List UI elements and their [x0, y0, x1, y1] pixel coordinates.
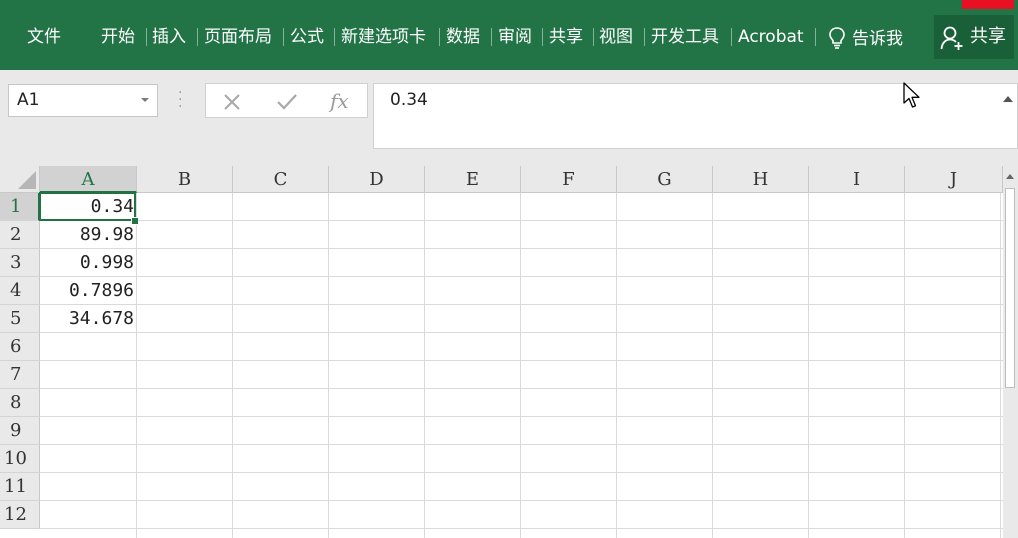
collapse-formula-bar-icon[interactable] — [1003, 96, 1013, 102]
gridline — [40, 388, 1003, 389]
tab-new-tab[interactable]: 新建选项卡 — [341, 24, 426, 50]
tab-separator — [593, 28, 594, 46]
column-header-i[interactable]: I — [809, 166, 905, 193]
cell-area[interactable]: 0.34 89.98 0.998 0.7896 34.678 — [39, 192, 1003, 538]
gridline — [40, 444, 1003, 445]
column-header-e[interactable]: E — [425, 166, 521, 193]
cell-a2[interactable]: 89.98 — [40, 221, 134, 248]
select-all-button[interactable] — [0, 166, 40, 193]
tab-developer[interactable]: 开发工具 — [651, 24, 719, 50]
tab-separator — [542, 28, 543, 46]
row-header-5[interactable]: 5 — [0, 305, 40, 333]
column-header-g[interactable]: G — [617, 166, 713, 193]
scrollbar-thumb[interactable] — [1005, 188, 1015, 388]
tab-share[interactable]: 共享 — [549, 24, 583, 50]
row-header-2[interactable]: 2 — [0, 221, 40, 249]
row-header-7[interactable]: 7 — [0, 361, 40, 389]
gridline — [40, 332, 1003, 333]
spreadsheet-grid[interactable]: A B C D E F G H I J 1 2 3 4 5 6 7 8 9 10… — [0, 166, 1003, 538]
row-header-3[interactable]: 3 — [0, 249, 40, 277]
cell-a4[interactable]: 0.7896 — [40, 277, 134, 304]
cancel-icon[interactable] — [222, 92, 242, 112]
lightbulb-icon — [829, 27, 845, 49]
tab-separator — [439, 28, 440, 46]
row-header-1[interactable]: 1 — [0, 193, 40, 221]
gridline — [424, 193, 425, 538]
gridline — [520, 193, 521, 538]
share-button[interactable]: 共享 — [934, 15, 1014, 59]
gridline — [40, 304, 1003, 305]
row-header-8[interactable]: 8 — [0, 389, 40, 417]
gridline — [40, 248, 1003, 249]
formula-bar-area: A1 · · · fx 0.34 — [0, 70, 1018, 166]
tab-review[interactable]: 审阅 — [498, 24, 532, 50]
column-header-a[interactable]: A — [40, 166, 137, 193]
name-box-value: A1 — [17, 90, 40, 110]
ribbon-tab-bar: 文件 开始 插入 页面布局 公式 新建选项卡 数据 审阅 共享 视图 开发工具 … — [0, 0, 1018, 70]
add-person-icon — [940, 26, 963, 50]
gridline — [40, 472, 1003, 473]
row-header-12[interactable]: 12 — [0, 501, 40, 529]
active-cell-outline — [39, 192, 136, 221]
tab-separator — [644, 28, 645, 46]
row-header-6[interactable]: 6 — [0, 333, 40, 361]
column-header-d[interactable]: D — [329, 166, 425, 193]
insert-function-button[interactable]: fx — [330, 86, 349, 116]
row-header-9[interactable]: 9 — [0, 417, 40, 445]
formula-tools: fx — [205, 83, 368, 118]
tab-home[interactable]: 开始 — [101, 24, 135, 50]
gridline — [136, 193, 137, 538]
tab-separator — [334, 28, 335, 46]
cell-a5[interactable]: 34.678 — [40, 305, 134, 332]
scroll-up-icon[interactable] — [1006, 174, 1014, 179]
tab-separator — [197, 28, 198, 46]
cell-a3[interactable]: 0.998 — [40, 249, 134, 276]
tab-data[interactable]: 数据 — [446, 24, 480, 50]
tab-separator — [815, 28, 816, 46]
row-header-10[interactable]: 10 — [0, 445, 40, 473]
gridline — [904, 193, 905, 538]
tab-separator — [283, 28, 284, 46]
chevron-down-icon[interactable] — [141, 98, 149, 102]
name-box[interactable]: A1 — [8, 84, 158, 117]
gridline — [40, 500, 1003, 501]
mouse-pointer-icon — [903, 82, 920, 108]
row-header-11[interactable]: 11 — [0, 473, 40, 501]
gridline — [40, 276, 1003, 277]
drag-handle-icon[interactable]: · · · — [178, 86, 182, 114]
tab-separator — [731, 28, 732, 46]
tab-separator — [491, 28, 492, 46]
gridline — [616, 193, 617, 538]
tell-me-label: 告诉我 — [852, 29, 903, 49]
gridline — [232, 193, 233, 538]
tab-acrobat[interactable]: Acrobat — [738, 24, 804, 50]
formula-value: 0.34 — [390, 90, 428, 110]
column-header-b[interactable]: B — [137, 166, 233, 193]
gridline — [40, 220, 1003, 221]
column-header-h[interactable]: H — [713, 166, 809, 193]
gridline — [40, 360, 1003, 361]
fill-handle[interactable] — [131, 217, 139, 225]
window-accent-strip — [962, 0, 1014, 9]
gridline — [40, 416, 1003, 417]
tab-formulas[interactable]: 公式 — [290, 24, 324, 50]
gridline — [40, 528, 1003, 529]
vertical-scrollbar[interactable] — [1003, 166, 1018, 538]
gridline — [808, 193, 809, 538]
column-header-c[interactable]: C — [233, 166, 329, 193]
tab-view[interactable]: 视图 — [599, 24, 633, 50]
select-all-triangle-icon — [18, 171, 36, 189]
tab-file[interactable]: 文件 — [27, 24, 61, 50]
check-icon[interactable] — [276, 92, 298, 112]
gridline — [1000, 193, 1001, 538]
column-header-j[interactable]: J — [905, 166, 1003, 193]
tab-page-layout[interactable]: 页面布局 — [204, 24, 272, 50]
gridline — [328, 193, 329, 538]
tab-separator — [146, 28, 147, 46]
share-button-label: 共享 — [970, 26, 1006, 47]
gridline — [712, 193, 713, 538]
row-header-4[interactable]: 4 — [0, 277, 40, 305]
column-header-f[interactable]: F — [521, 166, 617, 193]
tab-insert[interactable]: 插入 — [152, 24, 186, 50]
